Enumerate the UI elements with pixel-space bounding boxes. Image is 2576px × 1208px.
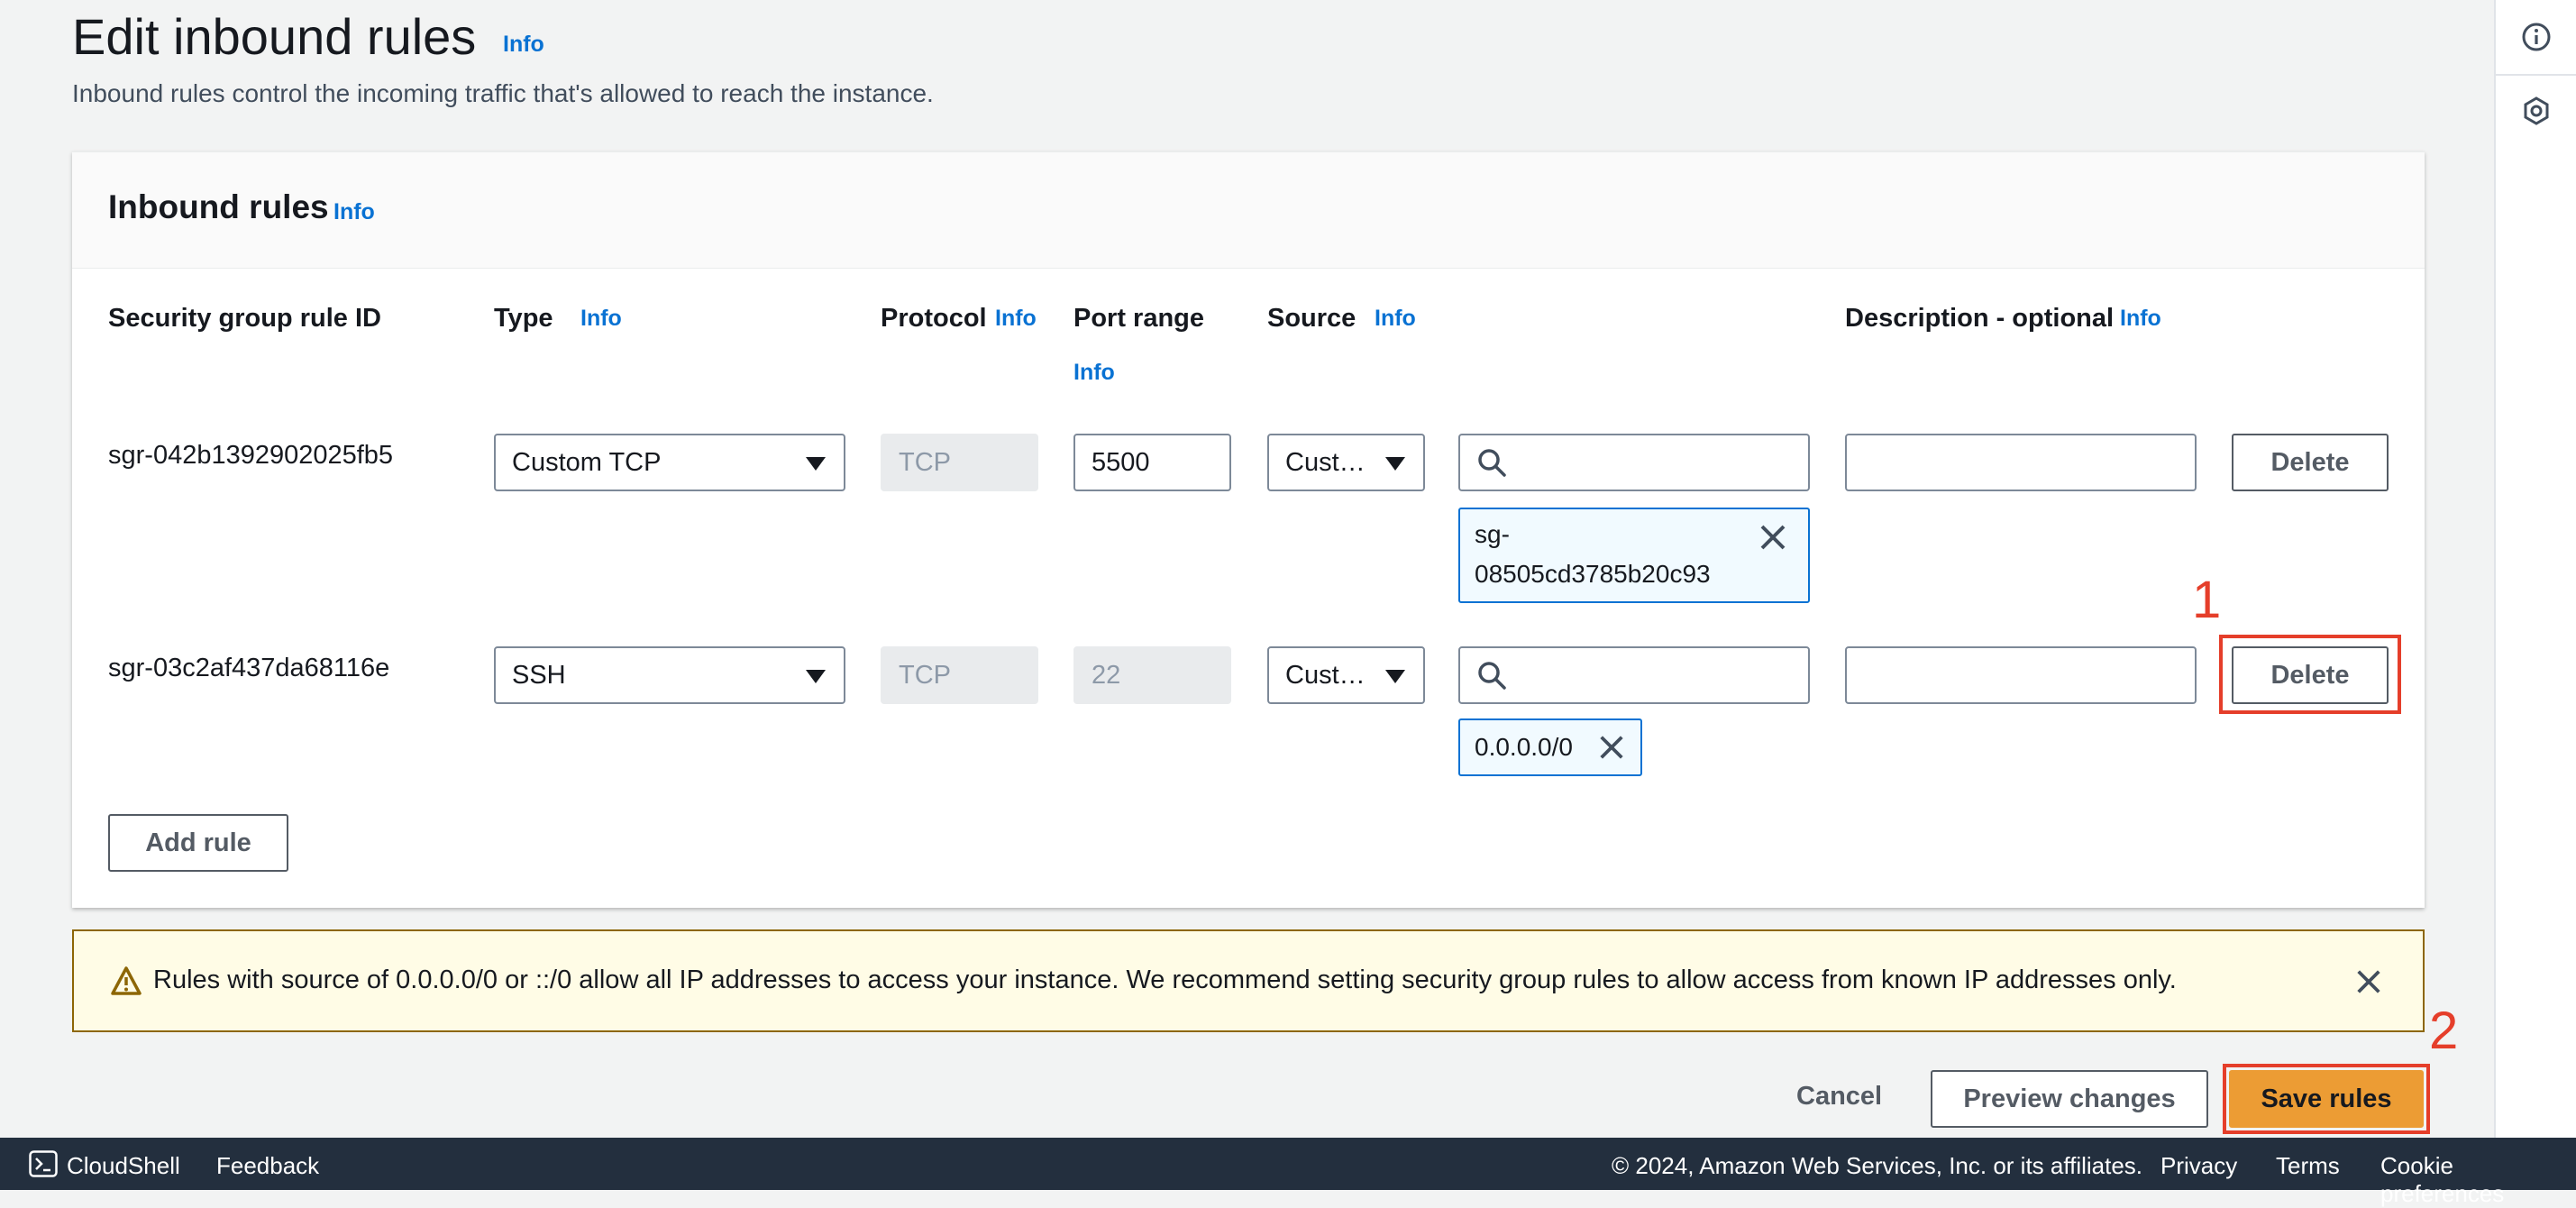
source-type-select-1[interactable]: Cust… xyxy=(1267,434,1425,491)
save-rules-button[interactable]: Save rules xyxy=(2229,1070,2424,1128)
source-info-link[interactable]: Info xyxy=(1375,306,1416,332)
info-circle-icon[interactable] xyxy=(2521,22,2552,52)
type-select-1[interactable]: Custom TCP xyxy=(494,434,845,491)
type-value-2: SSH xyxy=(512,660,566,690)
source-search-input-1[interactable] xyxy=(1458,434,1810,491)
search-icon xyxy=(1478,449,1506,477)
cloudshell-link[interactable]: CloudShell xyxy=(67,1152,180,1180)
remove-token-close-icon[interactable] xyxy=(1758,522,1788,553)
page-title-info-link[interactable]: Info xyxy=(503,32,544,58)
col-header-description: Description - optional xyxy=(1845,304,2115,333)
rule-id-1: sgr-042b1392902025fb5 xyxy=(108,441,394,470)
source-search-input-2[interactable] xyxy=(1458,646,1810,704)
feedback-link[interactable]: Feedback xyxy=(216,1152,319,1180)
panel-info-link[interactable]: Info xyxy=(333,199,375,225)
port-range-input-1[interactable]: 5500 xyxy=(1073,434,1231,491)
description-input-2[interactable] xyxy=(1845,646,2197,704)
source-type-select-2[interactable]: Cust… xyxy=(1267,646,1425,704)
warning-icon xyxy=(111,966,142,995)
source-token-1: sg- 08505cd3785b20c93 xyxy=(1458,508,1810,603)
cookie-preferences-link[interactable]: Cookie preferences xyxy=(2380,1152,2576,1208)
caret-down-icon xyxy=(1385,457,1405,471)
caret-down-icon xyxy=(806,670,826,683)
col-header-protocol: Protocol xyxy=(881,304,987,333)
type-info-link[interactable]: Info xyxy=(580,306,622,332)
source-token-2-label: 0.0.0.0/0 xyxy=(1475,733,1573,761)
protocol-value-2: TCP xyxy=(899,660,951,690)
dismiss-warning-close-icon[interactable] xyxy=(2354,967,2383,996)
source-type-value-2: Cust… xyxy=(1285,660,1366,690)
privacy-link[interactable]: Privacy xyxy=(2160,1152,2237,1180)
description-input-1[interactable] xyxy=(1845,434,2197,491)
type-select-2[interactable]: SSH xyxy=(494,646,845,704)
col-header-port-range: Port range xyxy=(1073,304,1205,333)
port-range-value-2: 22 xyxy=(1092,660,1121,690)
right-utility-sidebar xyxy=(2494,0,2576,1138)
console-bottom-bar: CloudShell Feedback © 2024, Amazon Web S… xyxy=(0,1138,2576,1207)
hexagon-gear-icon[interactable] xyxy=(2521,96,2552,126)
caret-down-icon xyxy=(1385,670,1405,683)
description-info-link[interactable]: Info xyxy=(2120,306,2161,332)
search-icon xyxy=(1478,662,1506,690)
source-type-value-1: Cust… xyxy=(1285,447,1366,477)
protocol-value-1: TCP xyxy=(899,447,951,477)
port-range-info-link[interactable]: Info xyxy=(1073,360,1115,386)
type-value-1: Custom TCP xyxy=(512,447,662,477)
copyright-text: © 2024, Amazon Web Services, Inc. or its… xyxy=(1612,1152,2143,1179)
terms-link[interactable]: Terms xyxy=(2276,1152,2340,1180)
rule-id-2: sgr-03c2af437da68116e xyxy=(108,654,390,682)
preview-changes-button[interactable]: Preview changes xyxy=(1931,1070,2208,1128)
warning-alert: Rules with source of 0.0.0.0/0 or ::/0 a… xyxy=(72,929,2425,1032)
add-rule-button[interactable]: Add rule xyxy=(108,814,288,872)
cancel-button[interactable]: Cancel xyxy=(1796,1082,1882,1112)
col-header-type: Type xyxy=(494,304,553,333)
panel-header xyxy=(72,152,2425,269)
annotation-step-2: 2 xyxy=(2429,1002,2459,1060)
protocol-field-1: TCP xyxy=(881,434,1038,491)
col-header-rule-id: Security group rule ID xyxy=(108,304,381,333)
source-token-1-line2: 08505cd3785b20c93 xyxy=(1475,560,1711,588)
col-header-source: Source xyxy=(1267,304,1357,333)
port-range-field-2: 22 xyxy=(1073,646,1231,704)
source-token-1-line1: sg- xyxy=(1475,520,1510,548)
inbound-rules-panel: Inbound rules Info Security group rule I… xyxy=(72,151,2425,908)
protocol-field-2: TCP xyxy=(881,646,1038,704)
page-description: Inbound rules control the incoming traff… xyxy=(72,79,934,107)
remove-token-close-icon[interactable] xyxy=(1597,733,1626,762)
protocol-info-link[interactable]: Info xyxy=(995,306,1037,332)
sidebar-divider xyxy=(2496,74,2576,76)
page-title: Edit inbound rules xyxy=(72,8,477,65)
annotation-highlight-delete xyxy=(2219,635,2401,714)
delete-rule-button-1[interactable]: Delete xyxy=(2232,434,2389,491)
cloudshell-icon xyxy=(29,1150,58,1177)
port-range-value-1: 5500 xyxy=(1092,447,1150,477)
annotation-step-1: 1 xyxy=(2192,571,2222,629)
panel-title: Inbound rules xyxy=(108,188,329,225)
caret-down-icon xyxy=(806,457,826,471)
warning-text: Rules with source of 0.0.0.0/0 or ::/0 a… xyxy=(153,965,2177,994)
source-token-2: 0.0.0.0/0 xyxy=(1458,718,1642,776)
